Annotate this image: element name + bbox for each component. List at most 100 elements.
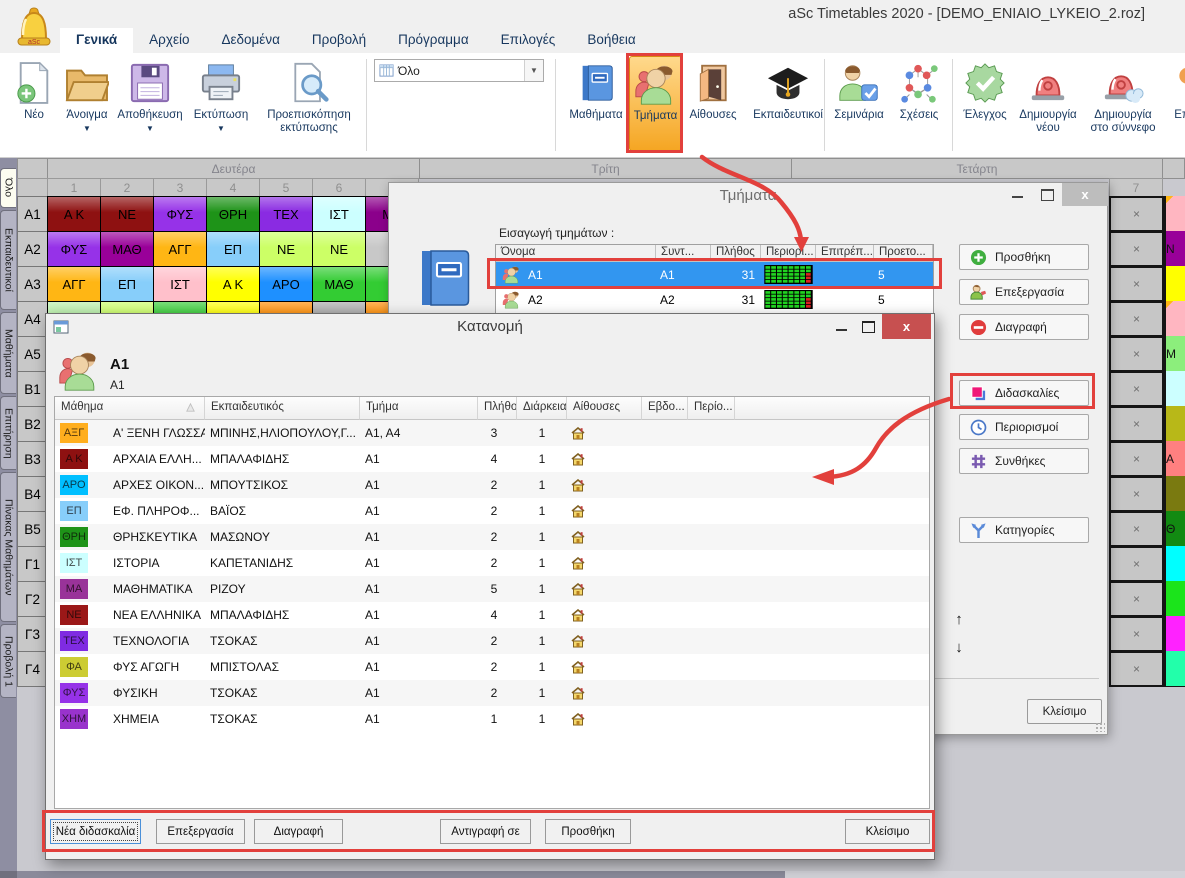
- blocked-cell-Γ2[interactable]: ×: [1109, 581, 1164, 617]
- lesson-row-3[interactable]: ΕΠ ΕΦ. ΠΛΗΡΟΦ... ΒΑΪΟΣ A1 2 1: [55, 498, 929, 524]
- toolbar-item-relations-network[interactable]: Σχέσεις: [888, 56, 950, 122]
- timetable-cell-A2-3[interactable]: ΑΓΓ: [153, 231, 207, 267]
- side-tab-5[interactable]: Προβολή 1: [0, 624, 16, 698]
- timetable-cell-A3-3[interactable]: ΙΣΤ: [153, 266, 207, 302]
- dropdown-caret-icon[interactable]: ▼: [186, 124, 256, 133]
- dropdown-caret-icon[interactable]: ▼: [116, 124, 184, 133]
- maximize-icon[interactable]: [858, 319, 878, 335]
- lessons-bottom-button-5[interactable]: Κλείσιμο: [845, 819, 930, 844]
- side-tab-1[interactable]: Εκπαιδευτικοί: [0, 210, 16, 310]
- toolbar-item-classrooms-door[interactable]: Αίθουσες: [682, 56, 744, 122]
- horizontal-scrollbar-thumb[interactable]: [0, 871, 785, 878]
- timetable-cell-A3-1[interactable]: ΑΓΓ: [47, 266, 101, 302]
- blocked-cell-B1[interactable]: ×: [1109, 371, 1164, 407]
- timetable-cell-A1-5[interactable]: ΤΕΧ: [259, 196, 313, 232]
- move-down-button[interactable]: ↓: [949, 639, 969, 659]
- lesson-row-6[interactable]: ΜΑ ΜΑΘΗΜΑΤΙΚΑ ΡΙΖΟΥ A1 5 1: [55, 576, 929, 602]
- edge-cell-B3[interactable]: Α: [1164, 441, 1185, 477]
- row-label-B1[interactable]: B1: [17, 371, 48, 407]
- timetable-cell-A2-5[interactable]: ΝΕ: [259, 231, 313, 267]
- blocked-cell-A1[interactable]: ×: [1109, 196, 1164, 232]
- blocked-cell-A2[interactable]: ×: [1109, 231, 1164, 267]
- blocked-cell-A3[interactable]: ×: [1109, 266, 1164, 302]
- edge-cell-B1[interactable]: [1164, 371, 1185, 407]
- blocked-cell-Γ3[interactable]: ×: [1109, 616, 1164, 652]
- timetable-cell-A3-2[interactable]: ΕΠ: [100, 266, 154, 302]
- classes-col-4[interactable]: Επιτρέπ...: [816, 245, 874, 262]
- lessons-col-2[interactable]: Τμήμα: [360, 397, 478, 420]
- side-tab-4[interactable]: Πίνακας Μαθημάτων: [0, 472, 16, 622]
- timetable-cell-A2-1[interactable]: ΦΥΣ: [47, 231, 101, 267]
- minimize-icon[interactable]: [1007, 189, 1027, 205]
- lessons-col-6[interactable]: Εβδο...: [642, 397, 688, 420]
- timetable-cell-A1-4[interactable]: ΘΡΗ: [206, 196, 260, 232]
- lesson-row-0[interactable]: ΑΞΓ Α' ΞΕΝΗ ΓΛΩΣΣΑ ΜΠΙΝΗΣ,ΗΛΙΟΠΟΥΛΟΥ,Γ..…: [55, 420, 929, 446]
- row-label-B5[interactable]: B5: [17, 511, 48, 547]
- menu-tab-5[interactable]: Επιλογές: [485, 28, 572, 53]
- toolbar-item-classes-people[interactable]: Τμήματα: [629, 56, 682, 151]
- edge-cell-B4[interactable]: [1164, 476, 1185, 512]
- classes-row-A1[interactable]: A1 A1 31 5: [496, 262, 933, 287]
- menu-tab-2[interactable]: Δεδομένα: [205, 28, 295, 53]
- side-tab-3[interactable]: Επιτήρηση: [0, 396, 16, 470]
- blocked-cell-B4[interactable]: ×: [1109, 476, 1164, 512]
- lesson-row-7[interactable]: ΝΕ ΝΕΑ ΕΛΛΗΝΙΚΑ ΜΠΑΛΑΦΙΔΗΣ A1 4 1: [55, 602, 929, 628]
- lessons-col-7[interactable]: Περίο...: [688, 397, 735, 420]
- edge-cell-A2[interactable]: Ν: [1164, 231, 1185, 267]
- row-label-B3[interactable]: B3: [17, 441, 48, 477]
- classes-lessons-cards-button[interactable]: Διδασκαλίες: [959, 380, 1089, 406]
- blocked-cell-A5[interactable]: ×: [1109, 336, 1164, 372]
- side-tab-2[interactable]: Μαθήματα: [0, 312, 16, 394]
- row-label-B2[interactable]: B2: [17, 406, 48, 442]
- toolbar-item-save-floppy[interactable]: Αποθήκευση ▼: [116, 56, 184, 133]
- lesson-row-11[interactable]: ΧΗΜ ΧΗΜΕΙΑ ΤΣΟΚΑΣ A1 1 1: [55, 706, 929, 732]
- row-label-Γ1[interactable]: Γ1: [17, 546, 48, 582]
- lesson-row-10[interactable]: ΦΥΣ ΦΥΣΙΚΗ ΤΣΟΚΑΣ A1 2 1: [55, 680, 929, 706]
- lessons-col-0[interactable]: Μάθημα: [55, 397, 205, 420]
- row-label-A2[interactable]: A2: [17, 231, 48, 267]
- blocked-cell-B2[interactable]: ×: [1109, 406, 1164, 442]
- blocked-cell-Γ4[interactable]: ×: [1109, 651, 1164, 687]
- lessons-bottom-button-1[interactable]: Επεξεργασία: [156, 819, 245, 844]
- menu-tab-3[interactable]: Προβολή: [296, 28, 382, 53]
- edge-cell-Γ1[interactable]: [1164, 546, 1185, 582]
- lessons-col-5[interactable]: Αίθουσες: [567, 397, 642, 420]
- view-dropdown[interactable]: Όλο ▼: [374, 59, 544, 82]
- classes-row-A2[interactable]: A2 A2 31 5: [496, 287, 933, 312]
- lesson-row-2[interactable]: ΑΡΟ ΑΡΧΕΣ ΟΙΚΟΝ... ΜΠΟΥΤΣΙΚΟΣ A1 2 1: [55, 472, 929, 498]
- lessons-col-4[interactable]: Διάρκεια: [517, 397, 567, 420]
- maximize-icon[interactable]: [1037, 187, 1057, 203]
- blocked-cell-A4[interactable]: ×: [1109, 301, 1164, 337]
- row-label-Γ2[interactable]: Γ2: [17, 581, 48, 617]
- timetable-cell-A1-2[interactable]: ΝΕ: [100, 196, 154, 232]
- classes-plus-circle-button[interactable]: Προσθήκη: [959, 244, 1089, 270]
- toolbar-item-open-folder[interactable]: Άνοιγμα ▼: [58, 56, 116, 133]
- resize-grip[interactable]: [1095, 722, 1105, 732]
- blocked-cell-B3[interactable]: ×: [1109, 441, 1164, 477]
- toolbar-item-check-seal[interactable]: Έλεγχος: [956, 56, 1014, 122]
- edge-cell-A4[interactable]: [1164, 301, 1185, 337]
- edge-cell-B5[interactable]: Θ: [1164, 511, 1185, 547]
- lessons-bottom-button-0[interactable]: Νέα διδασκαλία: [50, 819, 141, 844]
- lessons-bottom-button-2[interactable]: Διαγραφή: [254, 819, 343, 844]
- edge-cell-Γ3[interactable]: [1164, 616, 1185, 652]
- asc-bell-logo-icon[interactable]: aSc: [16, 4, 52, 50]
- menu-tab-1[interactable]: Αρχείο: [133, 28, 205, 53]
- lessons-col-1[interactable]: Εκπαιδευτικός: [205, 397, 360, 420]
- row-label-Γ3[interactable]: Γ3: [17, 616, 48, 652]
- classes-col-5[interactable]: Προετο...: [874, 245, 933, 262]
- lesson-row-9[interactable]: ΦΑ ΦΥΣ ΑΓΩΓΗ ΜΠΙΣΤΟΛΑΣ A1 2 1: [55, 654, 929, 680]
- toolbar-item-teachers-graduation-cap[interactable]: Εκπαιδευτικοί: [742, 56, 834, 122]
- lesson-row-4[interactable]: ΘΡΗ ΘΡΗΣΚΕΥΤΙΚΑ ΜΑΣΩΝΟΥ A1 2 1: [55, 524, 929, 550]
- lesson-row-1[interactable]: Α Κ ΑΡΧΑΙΑ ΕΛΛΗ... ΜΠΑΛΑΦΙΔΗΣ A1 4 1: [55, 446, 929, 472]
- menu-tab-4[interactable]: Πρόγραμμα: [382, 28, 485, 53]
- edge-cell-B2[interactable]: [1164, 406, 1185, 442]
- toolbar-item-seminars-person-check[interactable]: Σεμινάρια: [830, 56, 888, 122]
- lessons-col-3[interactable]: Πλήθος: [478, 397, 517, 420]
- row-label-A5[interactable]: A5: [17, 336, 48, 372]
- timetable-cell-A3-6[interactable]: ΜΑΘ: [312, 266, 366, 302]
- close-icon[interactable]: x: [1062, 183, 1108, 206]
- close-icon[interactable]: x: [882, 314, 931, 339]
- edge-cell-A5[interactable]: Μ: [1164, 336, 1185, 372]
- classes-col-1[interactable]: Συντ...: [656, 245, 711, 262]
